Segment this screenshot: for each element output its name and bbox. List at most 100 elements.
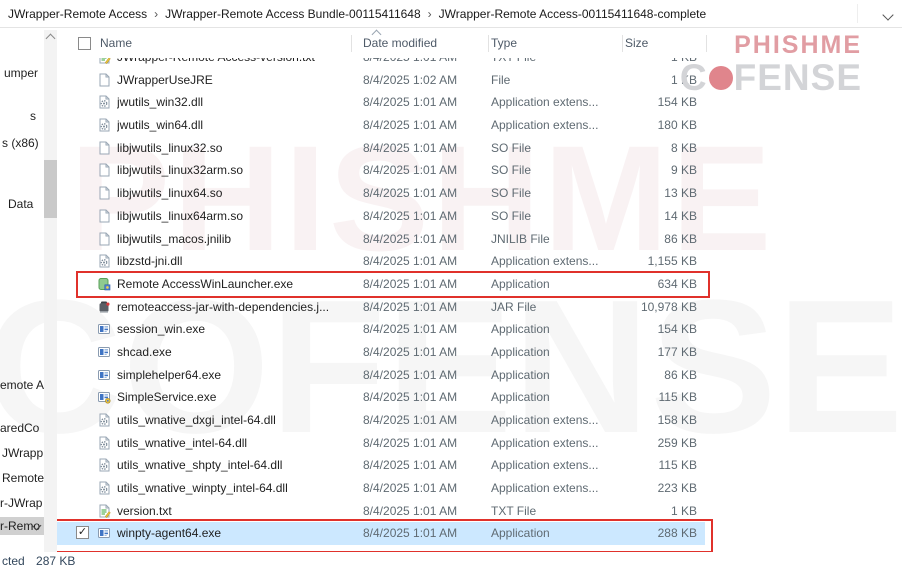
file-size: 115 KB — [555, 386, 697, 409]
file-type: Application — [491, 341, 550, 364]
file-file-icon — [97, 73, 111, 87]
file-date-modified: 8/4/2025 1:01 AM — [363, 250, 457, 273]
file-size: 634 KB — [555, 273, 697, 296]
column-divider[interactable] — [706, 35, 707, 52]
file-file-icon — [97, 232, 111, 246]
sidebar-item[interactable]: Remote — [2, 469, 44, 487]
column-header-name[interactable]: Name — [100, 28, 132, 58]
file-date-modified: 8/4/2025 1:01 AM — [363, 273, 457, 296]
sidebar-item[interactable]: r-Remo — [0, 517, 44, 535]
file-name: jwutils_win32.dll — [117, 91, 203, 114]
dll-file-icon — [97, 436, 111, 450]
file-date-modified: 8/4/2025 1:01 AM — [363, 114, 457, 137]
file-row[interactable]: session_win.exe8/4/2025 1:01 AMApplicati… — [55, 318, 705, 341]
file-row[interactable]: jwutils_win32.dll8/4/2025 1:01 AMApplica… — [55, 91, 705, 114]
file-name: libjwutils_linux64.so — [117, 182, 222, 205]
sidebar-item-label: umper — [4, 66, 38, 80]
file-size: 10,978 KB — [555, 296, 697, 319]
sidebar-item[interactable]: emote A — [0, 376, 44, 394]
file-name: shcad.exe — [117, 341, 172, 364]
dll-file-icon — [97, 458, 111, 472]
file-row[interactable]: utils_wnative_intel-64.dll8/4/2025 1:01 … — [55, 432, 705, 455]
file-size: 14 KB — [555, 205, 697, 228]
appgear-file-icon — [97, 390, 111, 404]
file-name: session_win.exe — [117, 318, 205, 341]
file-row[interactable]: simplehelper64.exe8/4/2025 1:01 AMApplic… — [55, 364, 705, 387]
file-file-icon — [97, 209, 111, 223]
chevron-down-icon — [882, 9, 893, 20]
file-row[interactable]: version.txt8/4/2025 1:01 AMTXT File1 KB — [55, 500, 705, 523]
sidebar-item[interactable]: aredCo — [0, 419, 39, 437]
file-type: TXT File — [491, 500, 536, 523]
file-row[interactable]: libjwutils_linux32.so8/4/2025 1:01 AMSO … — [55, 137, 705, 160]
file-size: 154 KB — [555, 91, 697, 114]
file-size: 259 KB — [555, 432, 697, 455]
sidebar-item[interactable]: s (x86) — [2, 134, 39, 152]
select-all-checkbox[interactable] — [78, 37, 91, 50]
sidebar-item[interactable]: umper — [4, 64, 38, 82]
sidebar-item[interactable]: s — [30, 107, 36, 125]
file-name: utils_wnative_dxgi_intel-64.dll — [117, 409, 276, 432]
file-name: simplehelper64.exe — [117, 364, 221, 387]
sidebar-item-label: Data — [8, 197, 33, 211]
scrollbar-thumb[interactable] — [44, 160, 57, 218]
sidebar-scrollbar[interactable] — [44, 30, 57, 552]
file-row[interactable]: Remote AccessWinLauncher.exe 8/4/2025 1:0… — [55, 273, 705, 296]
file-size: 158 KB — [555, 409, 697, 432]
row-checkbox[interactable]: ✓ — [76, 526, 89, 539]
file-type: SO File — [491, 137, 531, 160]
file-row[interactable]: shcad.exe8/4/2025 1:01 AMApplication177 … — [55, 341, 705, 364]
breadcrumb-segment-1[interactable]: JWrapper-Remote Access — [8, 7, 147, 21]
file-name: JWrapperUseJRE — [117, 69, 213, 92]
breadcrumb-segment-2[interactable]: JWrapper-Remote Access Bundle-0011541164… — [165, 7, 421, 21]
file-size: 86 KB — [555, 228, 697, 251]
column-header-size[interactable]: Size — [625, 28, 648, 58]
file-date-modified: 8/4/2025 1:01 AM — [363, 477, 457, 500]
sidebar-item-label: JWrapp — [2, 446, 43, 460]
file-row[interactable]: libjwutils_linux32arm.so8/4/2025 1:01 AM… — [55, 159, 705, 182]
watermark-cofense-rest: FENSE — [734, 59, 862, 96]
file-row[interactable]: ✓winpty-agent64.exe8/4/2025 1:01 AMAppli… — [55, 522, 705, 545]
sidebar-item[interactable]: r-JWrap — [0, 494, 42, 512]
file-name: version.txt — [117, 500, 172, 523]
file-name: SimpleService.exe — [117, 386, 216, 409]
file-row[interactable]: utils_wnative_dxgi_intel-64.dll8/4/2025 … — [55, 409, 705, 432]
file-row[interactable]: remoteaccess-jar-with-dependencies.j...8… — [55, 296, 705, 319]
file-size: 8 KB — [555, 137, 697, 160]
file-row[interactable]: libzstd-jni.dll8/4/2025 1:01 AMApplicati… — [55, 250, 705, 273]
file-row[interactable]: utils_wnative_shpty_intel-64.dll8/4/2025… — [55, 454, 705, 477]
file-row[interactable]: jwutils_win64.dll8/4/2025 1:01 AMApplica… — [55, 114, 705, 137]
file-name: libjwutils_linux32arm.so — [117, 159, 243, 182]
sidebar-item-label: s (x86) — [2, 136, 39, 150]
file-row[interactable]: libjwutils_linux64.so8/4/2025 1:01 AMSO … — [55, 182, 705, 205]
column-divider[interactable] — [351, 35, 352, 52]
file-name: winpty-agent64.exe — [117, 522, 221, 545]
column-header-type[interactable]: Type — [491, 28, 517, 58]
file-date-modified: 8/4/2025 1:01 AM — [363, 91, 457, 114]
sidebar-item[interactable]: Data — [8, 195, 33, 213]
sidebar-item[interactable]: JWrapp — [2, 444, 43, 462]
column-divider[interactable] — [622, 35, 623, 52]
file-row[interactable]: libjwutils_linux64arm.so8/4/2025 1:01 AM… — [55, 205, 705, 228]
scrollbar-up-arrow-icon[interactable] — [46, 34, 56, 44]
file-name: Remote AccessWinLauncher.exe — [117, 273, 293, 296]
status-selection-text: cted — [2, 554, 25, 568]
file-row[interactable]: JWrapperUseJRE8/4/2025 1:02 AMFile1 KB — [55, 69, 705, 92]
file-size: 223 KB — [555, 477, 697, 500]
watermark-cofense-o-dot — [709, 66, 733, 90]
file-size: 9 KB — [555, 159, 697, 182]
dll-file-icon — [97, 413, 111, 427]
breadcrumb-segment-3[interactable]: JWrapper-Remote Access-00115411648-compl… — [439, 7, 706, 21]
file-type: Application — [491, 318, 550, 341]
file-type: JNILIB File — [491, 228, 550, 251]
address-dropdown-button[interactable] — [884, 8, 892, 22]
column-divider[interactable] — [488, 35, 489, 52]
file-row[interactable]: SimpleService.exe8/4/2025 1:01 AMApplica… — [55, 386, 705, 409]
app-file-icon — [97, 368, 111, 382]
file-name: libjwutils_linux64arm.so — [117, 205, 243, 228]
file-row[interactable]: utils_wnative_winpty_intel-64.dll8/4/202… — [55, 477, 705, 500]
file-row[interactable]: libjwutils_macos.jnilib8/4/2025 1:01 AMJ… — [55, 228, 705, 251]
column-header-date-modified[interactable]: Date modified — [363, 28, 437, 58]
file-name: utils_wnative_intel-64.dll — [117, 432, 247, 455]
file-date-modified: 8/4/2025 1:01 AM — [363, 182, 457, 205]
